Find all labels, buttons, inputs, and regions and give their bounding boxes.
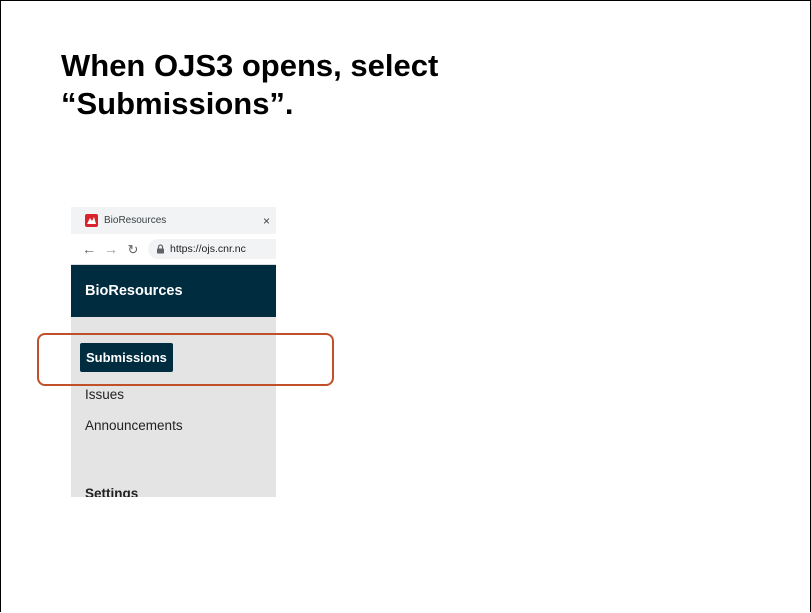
- site-header: BioResources: [71, 265, 276, 317]
- sidebar-item-issues[interactable]: Issues: [85, 387, 124, 402]
- arrow-right-icon[interactable]: →: [104, 242, 118, 256]
- site-name[interactable]: BioResources: [85, 283, 183, 299]
- close-icon[interactable]: ×: [263, 215, 270, 227]
- tab-strip: BioResources ×: [71, 207, 276, 234]
- url-text: https://ojs.cnr.nc: [170, 243, 246, 255]
- sidebar-section-settings[interactable]: Settings: [85, 486, 138, 497]
- highlight-box: [37, 333, 334, 386]
- slide-title-line-1: When OJS3 opens, select: [61, 48, 439, 83]
- arrow-left-icon[interactable]: ←: [82, 242, 96, 256]
- slide-title: When OJS3 opens, select “Submissions”.: [61, 47, 438, 123]
- browser-tab[interactable]: BioResources ×: [71, 207, 276, 234]
- browser-toolbar: ← → ↻ https://ojs.cnr.nc: [71, 234, 276, 265]
- favicon-icon: [85, 214, 98, 227]
- address-bar[interactable]: https://ojs.cnr.nc: [148, 239, 276, 259]
- reload-icon[interactable]: ↻: [127, 243, 139, 256]
- sidebar-item-announcements[interactable]: Announcements: [85, 418, 183, 433]
- tab-title: BioResources: [104, 215, 167, 226]
- lock-icon: [157, 244, 164, 254]
- slide-title-line-2: “Submissions”.: [61, 86, 294, 121]
- slide: When OJS3 opens, select “Submissions”. B…: [0, 0, 811, 612]
